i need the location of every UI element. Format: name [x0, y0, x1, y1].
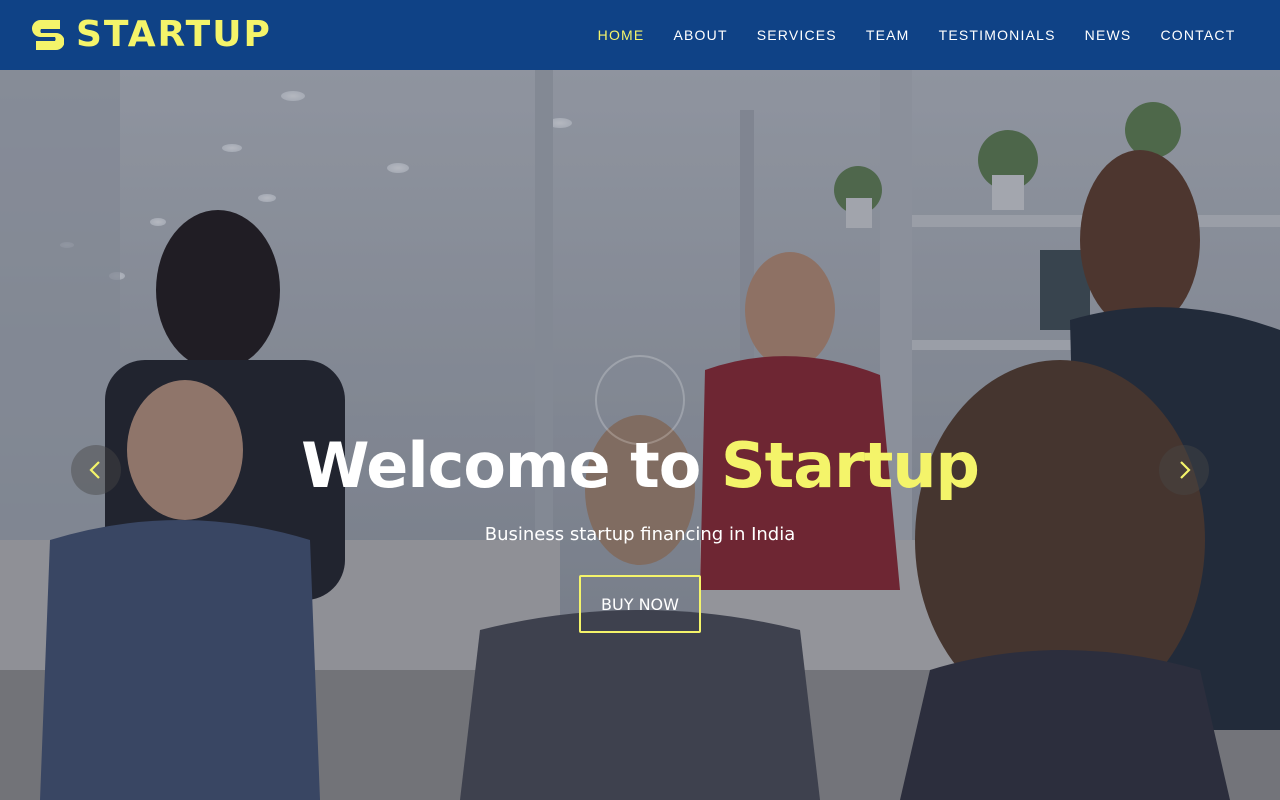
hero-carousel: Welcome to Startup Business startup fina… [0, 70, 1280, 800]
nav-testimonials[interactable]: TESTIMONIALS [924, 27, 1070, 43]
logo-text: STARTUP [76, 14, 272, 55]
hero-title: Welcome to Startup [0, 426, 1280, 506]
hero-title-prefix: Welcome to [301, 429, 721, 502]
nav-news[interactable]: NEWS [1070, 27, 1146, 43]
hero-content: Welcome to Startup Business startup fina… [0, 426, 1280, 633]
hero-title-highlight: Startup [721, 429, 980, 502]
site-logo[interactable]: STARTUP [32, 14, 272, 56]
nav-team[interactable]: TEAM [851, 27, 924, 43]
site-header: STARTUP HOME ABOUT SERVICES TEAM TESTIMO… [0, 0, 1280, 70]
nav-home[interactable]: HOME [583, 27, 659, 43]
hero-subtitle: Business startup financing in India [484, 524, 796, 545]
nav-contact[interactable]: CONTACT [1146, 27, 1250, 43]
nav-about[interactable]: ABOUT [659, 27, 742, 43]
nav-services[interactable]: SERVICES [742, 27, 851, 43]
buy-now-button[interactable]: BUY NOW [579, 575, 701, 633]
main-nav: HOME ABOUT SERVICES TEAM TESTIMONIALS NE… [583, 27, 1250, 43]
s-logo-icon [32, 20, 64, 50]
